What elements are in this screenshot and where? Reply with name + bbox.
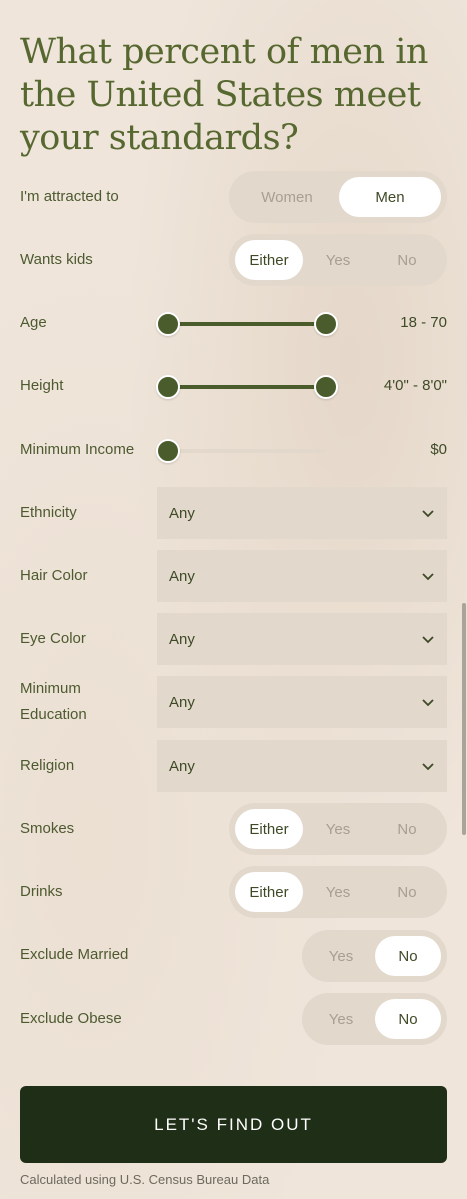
religion-select[interactable]: Any [157, 740, 447, 792]
exclude-obese-option-no[interactable]: No [375, 999, 441, 1039]
scrollbar[interactable] [462, 603, 466, 835]
chevron-down-icon [422, 763, 434, 771]
height-label: Height [20, 377, 64, 394]
drinks-option-no[interactable]: No [373, 872, 441, 912]
education-label-line2: Education [20, 706, 87, 723]
page-title: What percent of men in the United States… [20, 32, 428, 159]
ethnicity-select-value: Any [169, 504, 195, 522]
age-value: 18 - 70 [400, 314, 447, 331]
wants-kids-option-either[interactable]: Either [235, 240, 303, 280]
attracted-toggle: Women Men [229, 171, 447, 223]
chevron-down-icon [422, 573, 434, 581]
exclude-married-option-no[interactable]: No [375, 936, 441, 976]
drinks-label: Drinks [20, 883, 63, 900]
age-slider-min-handle[interactable] [156, 312, 180, 336]
religion-select-value: Any [169, 757, 195, 775]
smokes-option-yes[interactable]: Yes [305, 809, 371, 849]
ethnicity-label: Ethnicity [20, 504, 77, 521]
wants-kids-option-no[interactable]: No [373, 240, 441, 280]
smokes-toggle: Either Yes No [229, 803, 447, 855]
income-slider-handle[interactable] [156, 439, 180, 463]
ethnicity-select[interactable]: Any [157, 487, 447, 539]
education-select-value: Any [169, 693, 195, 711]
income-label: Minimum Income [20, 441, 135, 458]
drinks-toggle: Either Yes No [229, 866, 447, 918]
wants-kids-option-yes[interactable]: Yes [305, 240, 371, 280]
wants-kids-toggle: Either Yes No [229, 234, 447, 286]
eye-color-label: Eye Color [20, 630, 86, 647]
find-out-button[interactable]: LET'S FIND OUT [20, 1086, 447, 1163]
income-slider-track[interactable] [168, 449, 326, 453]
chevron-down-icon [422, 636, 434, 644]
exclude-married-toggle: Yes No [302, 930, 447, 982]
age-slider-max-handle[interactable] [314, 312, 338, 336]
exclude-obese-label: Exclude Obese [20, 1010, 122, 1027]
income-slider [156, 439, 326, 463]
attracted-label: I'm attracted to [20, 188, 119, 205]
age-slider [156, 312, 338, 336]
exclude-married-option-yes[interactable]: Yes [308, 936, 374, 976]
height-slider [156, 375, 338, 399]
height-slider-max-handle[interactable] [314, 375, 338, 399]
hair-color-label: Hair Color [20, 567, 88, 584]
drinks-option-either[interactable]: Either [235, 872, 303, 912]
education-label-line1: Minimum [20, 680, 81, 697]
education-label: Minimum Education [20, 676, 87, 728]
census-footnote: Calculated using U.S. Census Bureau Data [20, 1172, 270, 1187]
attracted-option-women[interactable]: Women [237, 177, 337, 217]
attracted-option-men[interactable]: Men [339, 177, 441, 217]
hair-color-select[interactable]: Any [157, 550, 447, 602]
chevron-down-icon [422, 699, 434, 707]
height-slider-fill [168, 385, 326, 389]
age-label: Age [20, 314, 47, 331]
chevron-down-icon [422, 510, 434, 518]
exclude-married-label: Exclude Married [20, 946, 129, 963]
drinks-option-yes[interactable]: Yes [305, 872, 371, 912]
exclude-obese-option-yes[interactable]: Yes [308, 999, 374, 1039]
smokes-label: Smokes [20, 820, 75, 837]
eye-color-select[interactable]: Any [157, 613, 447, 665]
wants-kids-label: Wants kids [20, 251, 93, 268]
religion-label: Religion [20, 757, 75, 774]
height-value: 4'0" - 8'0" [383, 377, 447, 394]
income-value: $0 [430, 441, 447, 458]
smokes-option-either[interactable]: Either [235, 809, 303, 849]
smokes-option-no[interactable]: No [373, 809, 441, 849]
education-select[interactable]: Any [157, 676, 447, 728]
hair-color-select-value: Any [169, 567, 195, 585]
age-slider-fill [168, 322, 326, 326]
exclude-obese-toggle: Yes No [302, 993, 447, 1045]
eye-color-select-value: Any [169, 630, 195, 648]
height-slider-min-handle[interactable] [156, 375, 180, 399]
